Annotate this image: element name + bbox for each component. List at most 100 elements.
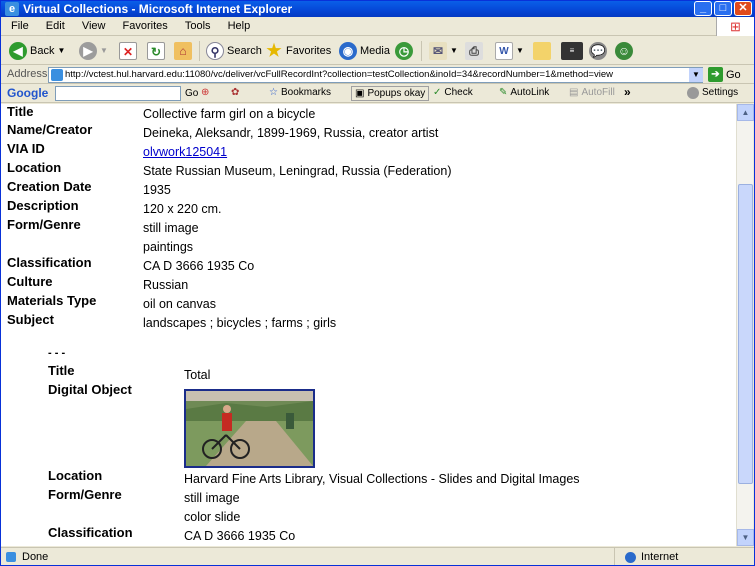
via-id-link[interactable]: olvwork125041 [143, 145, 227, 159]
menu-favorites[interactable]: Favorites [123, 20, 168, 32]
media-label: Media [360, 45, 390, 57]
address-input[interactable]: http://vctest.hul.harvard.edu:11080/vc/d… [48, 67, 703, 83]
location-value: State Russian Museum, Leningrad, Russia … [143, 164, 452, 178]
word-edit-icon: W [495, 42, 513, 60]
google-search-icon[interactable]: ⊕ [201, 87, 209, 98]
status-text: Done [22, 551, 49, 563]
maximize-button[interactable]: □ [714, 1, 732, 16]
menu-view[interactable]: View [82, 20, 106, 32]
address-label: Address [7, 68, 48, 80]
google-logo: Google [7, 86, 49, 100]
digital-object-label: Digital Object [48, 382, 132, 397]
status-divider [614, 548, 615, 565]
address-dropdown-icon[interactable]: ▼ [689, 68, 703, 82]
forward-dropdown-icon[interactable]: ▼ [100, 41, 108, 61]
bookmarks-button[interactable]: ☆ Bookmarks [269, 87, 331, 98]
vertical-scrollbar[interactable]: ▲ ▼ [736, 104, 754, 546]
form-genre-value: still image [143, 221, 199, 235]
go-button[interactable]: ➔ Go [708, 67, 741, 82]
menu-file[interactable]: File [11, 20, 29, 32]
check-icon: ✓ [433, 87, 442, 98]
research-button[interactable]: ≡ [561, 41, 583, 61]
folder-icon [533, 42, 551, 60]
search-label: Search [227, 45, 262, 57]
location-label: Location [7, 160, 62, 175]
autolink-button[interactable]: ✎ AutoLink [499, 87, 549, 98]
toolbar-more-button[interactable]: » [624, 85, 631, 99]
spellcheck-button[interactable]: ✓ Check [433, 87, 473, 98]
scroll-thumb[interactable] [738, 184, 753, 484]
home-button[interactable]: ⌂ [174, 41, 192, 61]
classification-label: Classification [7, 255, 92, 270]
popups-button[interactable]: ▣ Popups okay [351, 86, 430, 101]
autolink-label: AutoLink [510, 87, 550, 98]
toolbar-separator [199, 41, 200, 61]
autolink-icon: ✎ [499, 87, 508, 98]
media-globe-icon: ◉ [339, 42, 357, 60]
form-genre-label: Form/Genre [7, 217, 81, 232]
pagerank-icon[interactable]: ✿ [231, 87, 239, 98]
bookmarks-label: Bookmarks [280, 87, 331, 98]
folder-button[interactable] [533, 41, 551, 61]
forward-button[interactable]: ▶ ▼ [79, 41, 108, 61]
settings-button[interactable]: Settings [687, 87, 738, 99]
creation-date-label: Creation Date [7, 179, 92, 194]
print-button[interactable]: ⎙ [465, 41, 483, 61]
via-id-label: VIA ID [7, 141, 45, 156]
close-button[interactable]: ✕ [734, 1, 752, 16]
media-button[interactable]: ◉ Media [339, 41, 390, 61]
form-genre-value: paintings [143, 240, 194, 254]
edit-dropdown-icon[interactable]: ▼ [516, 41, 524, 61]
stop-button[interactable]: ✕ [119, 41, 137, 61]
title-bar: e Virtual Collections - Microsoft Intern… [1, 1, 754, 17]
menu-edit[interactable]: Edit [46, 20, 65, 32]
surrogate-location-label: Location [48, 468, 103, 483]
materials-type-label: Materials Type [7, 293, 97, 308]
refresh-icon: ↻ [147, 42, 165, 60]
star-icon: ★ [266, 41, 282, 60]
ie-logo-icon: e [5, 2, 19, 16]
scroll-down-arrow-icon[interactable]: ▼ [737, 529, 754, 546]
title-label: Title [7, 104, 34, 119]
surrogate-title-value: Total [184, 368, 211, 382]
autofill-label: AutoFill [581, 87, 615, 98]
menu-tools[interactable]: Tools [185, 20, 211, 32]
mail-dropdown-icon[interactable]: ▼ [450, 41, 458, 61]
settings-gear-icon [687, 87, 699, 99]
scroll-up-arrow-icon[interactable]: ▲ [737, 104, 754, 121]
google-search-input[interactable] [55, 86, 181, 101]
autofill-icon: ▤ [569, 87, 579, 98]
internet-zone-icon [625, 552, 636, 563]
back-dropdown-icon[interactable]: ▼ [57, 41, 65, 61]
section-separator: - - - [48, 347, 66, 359]
refresh-button[interactable]: ↻ [147, 41, 165, 61]
standard-toolbar: ◀ Back ▼ ▶ ▼ ✕ ↻ ⌂ ⚲ Search ★ Favorites … [1, 37, 754, 65]
menu-help[interactable]: Help [228, 20, 251, 32]
popup-blocker-icon: ▣ [355, 88, 365, 99]
description-value: 120 x 220 cm. [143, 202, 222, 216]
back-label: Back [30, 45, 55, 57]
history-button[interactable]: ◷ [395, 41, 413, 61]
windows-logo-icon: ⊞ [716, 17, 754, 36]
mail-button[interactable]: ✉ ▼ [429, 41, 458, 61]
minimize-button[interactable]: _ [694, 1, 712, 16]
popups-label: Popups okay [367, 88, 426, 99]
messenger-button[interactable]: 💬 [589, 41, 607, 61]
back-button[interactable]: ◀ Back ▼ [9, 41, 65, 61]
search-button[interactable]: ⚲ Search [206, 41, 262, 61]
home-icon: ⌂ [174, 42, 192, 60]
digital-object-thumbnail[interactable] [184, 389, 315, 468]
msn-messenger-button[interactable]: ☺ [615, 41, 633, 61]
materials-type-value: oil on canvas [143, 297, 216, 311]
go-label: Go [726, 68, 741, 81]
zone-text: Internet [641, 551, 679, 563]
forward-arrow-icon: ▶ [79, 42, 97, 60]
favorites-button[interactable]: ★ Favorites [265, 41, 331, 61]
culture-value: Russian [143, 278, 189, 292]
search-icon: ⚲ [206, 42, 224, 60]
autofill-button[interactable]: ▤ AutoFill [569, 87, 615, 98]
edit-button[interactable]: W ▼ [495, 41, 524, 61]
stop-icon: ✕ [119, 42, 137, 60]
surrogate-form-genre-label: Form/Genre [48, 487, 122, 502]
google-go-button[interactable]: Go [185, 88, 198, 99]
